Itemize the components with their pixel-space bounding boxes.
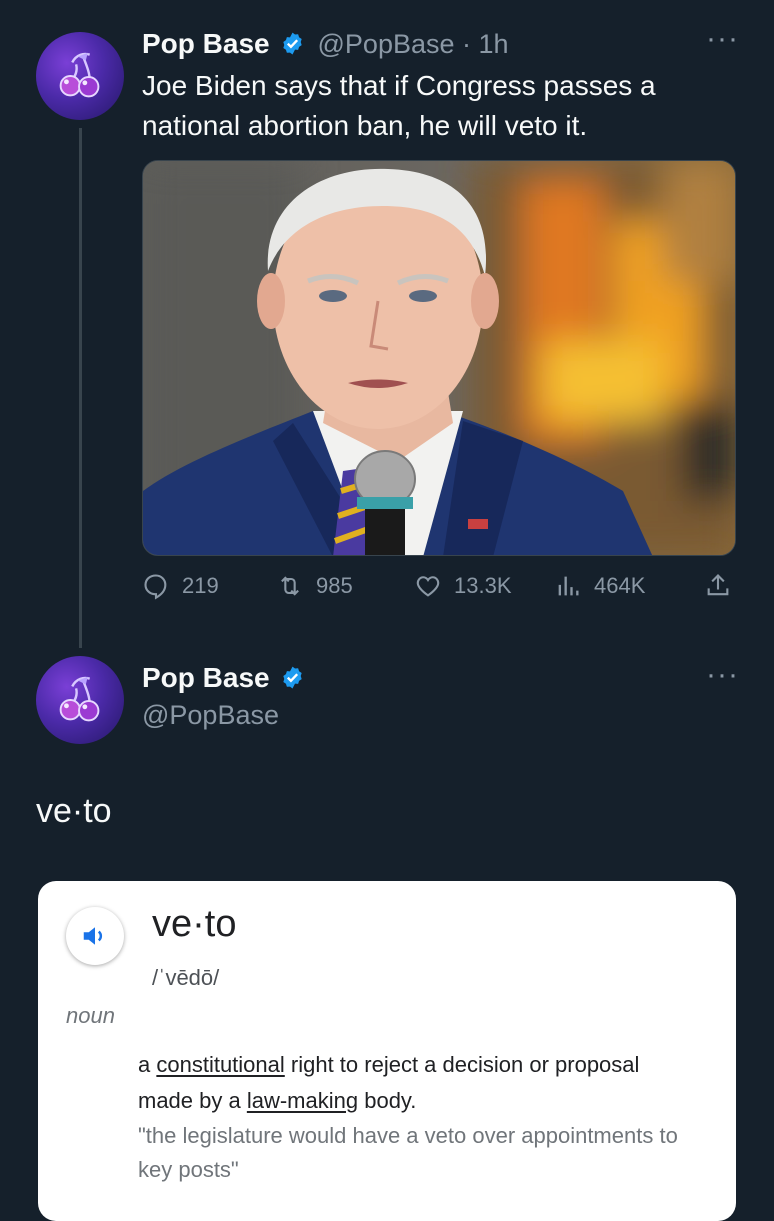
analytics-icon [558, 576, 579, 596]
avatar[interactable] [36, 656, 124, 744]
tweet-actions: 219 985 13.3K 464K [142, 572, 736, 612]
retweet-icon [281, 576, 299, 596]
reply-text: ve·to [36, 792, 112, 830]
share-button[interactable] [704, 572, 732, 600]
cherry-icon [59, 52, 100, 98]
definition-text: a [138, 1052, 157, 1077]
timestamp[interactable]: · 1h [455, 29, 509, 59]
reply-header: Pop Base [142, 662, 305, 694]
part-of-speech: noun [66, 1003, 115, 1028]
handle[interactable]: @PopBase [318, 29, 455, 59]
more-options-icon[interactable]: ··· [706, 24, 739, 54]
dictionary-word: ve·to [152, 903, 237, 945]
thread-line [79, 128, 82, 648]
speaker-icon [83, 927, 103, 945]
retweet-count: 985 [316, 573, 353, 598]
retweet-button[interactable]: 985 [276, 572, 353, 600]
more-options-icon[interactable]: ··· [706, 660, 739, 690]
dictionary-card: ve·to /ˈvēdō/ noun a constitutional righ… [38, 881, 736, 1221]
share-icon [707, 574, 729, 596]
reply-icon [144, 574, 167, 600]
verified-badge-icon [283, 32, 302, 55]
display-name[interactable]: Pop Base [142, 662, 270, 693]
reply-button[interactable]: 219 [142, 572, 219, 600]
link-constitutional[interactable]: constitutional [156, 1052, 284, 1077]
definition: a constitutional right to reject a decis… [138, 1047, 678, 1119]
avatar[interactable] [36, 32, 124, 120]
handle[interactable]: @PopBase [142, 700, 279, 731]
definition-text: body. [358, 1088, 417, 1113]
view-count: 464K [594, 573, 646, 598]
like-count: 13.3K [454, 573, 512, 598]
tweet-photo[interactable] [142, 160, 736, 556]
pronunciation-button[interactable] [66, 907, 124, 965]
views-button[interactable]: 464K [554, 572, 645, 600]
biden-photo-illustration [143, 161, 735, 555]
display-name[interactable]: Pop Base [142, 28, 270, 59]
phonetic-spelling: /ˈvēdō/ [152, 965, 220, 990]
like-button[interactable]: 13.3K [414, 572, 512, 600]
heart-icon [416, 576, 440, 597]
reply-count: 219 [182, 573, 219, 598]
cherry-icon [59, 676, 100, 722]
link-law-making[interactable]: law-making [247, 1088, 358, 1113]
verified-badge-icon [283, 666, 302, 689]
tweet-header: Pop Base @PopBase · 1h [142, 28, 509, 60]
tweet-text: Joe Biden says that if Congress passes a… [142, 70, 656, 141]
usage-example: "the legislature would have a veto over … [138, 1123, 678, 1182]
